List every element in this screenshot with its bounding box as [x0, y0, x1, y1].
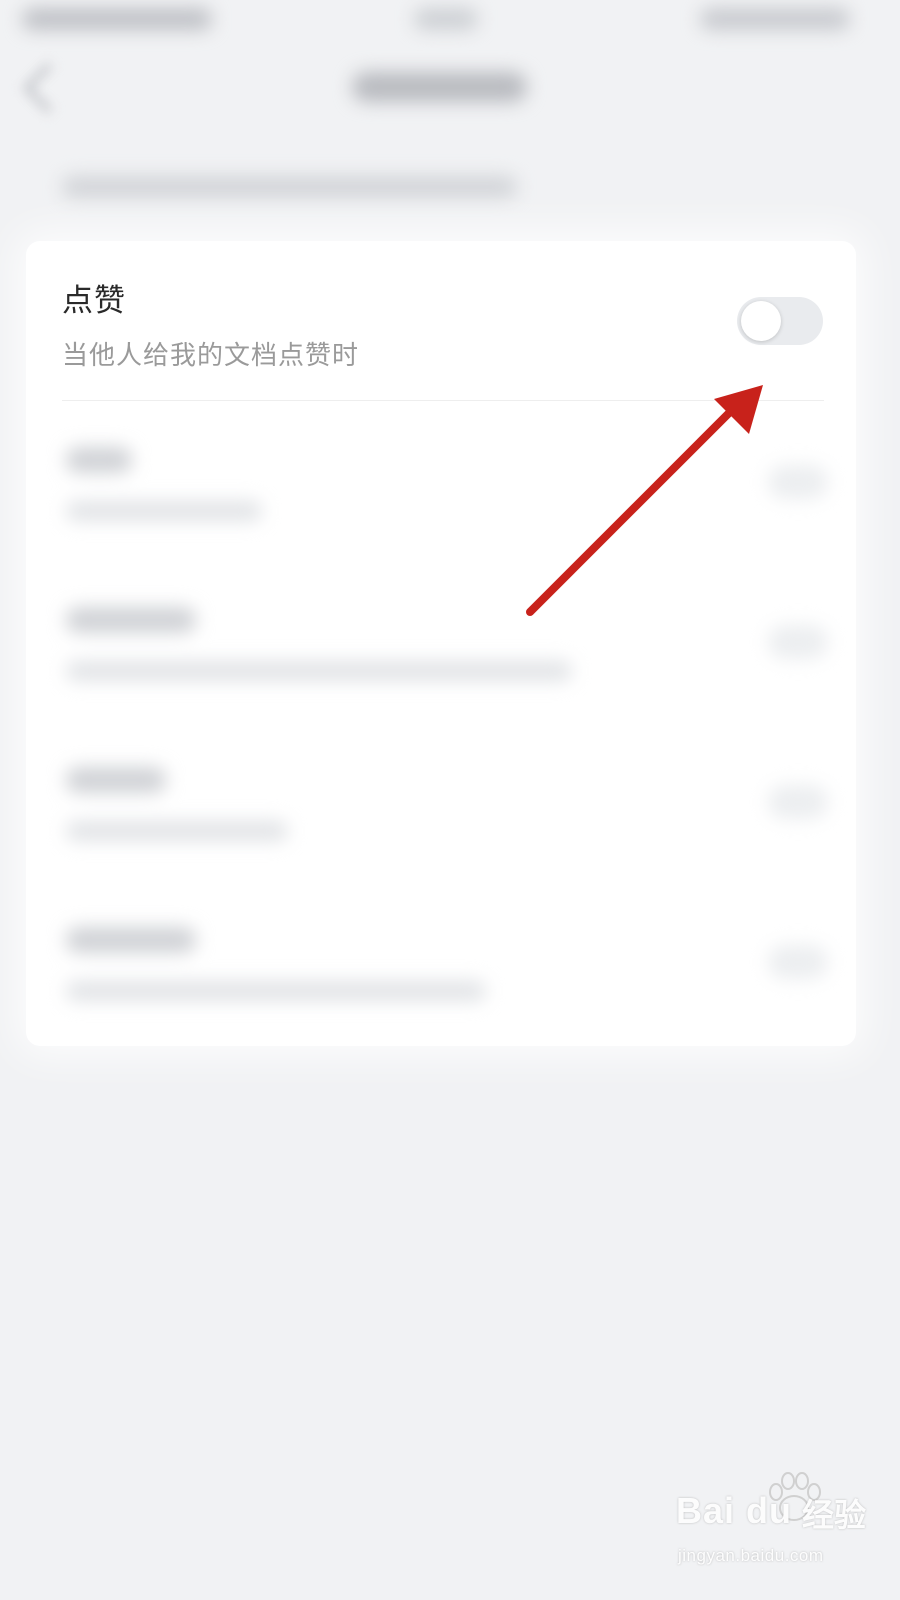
notification-settings-card: 点赞 当他人给我的文档点赞时 — [26, 241, 856, 1046]
setting-title-blurred — [66, 447, 132, 473]
setting-row-blurred — [26, 901, 856, 1061]
status-time — [22, 8, 212, 30]
setting-description: 当他人给我的文档点赞时 — [62, 341, 360, 371]
setting-desc-blurred — [66, 821, 288, 841]
setting-title-blurred — [66, 927, 196, 953]
watermark-logo: Bai du — [676, 1490, 793, 1531]
watermark-url: jingyan.baidu.com — [678, 1546, 824, 1565]
setting-desc-blurred — [66, 661, 572, 681]
toggle-knob — [741, 301, 781, 341]
status-icons — [700, 8, 850, 30]
status-bar — [0, 0, 900, 44]
setting-row-blurred — [26, 421, 856, 581]
toggle-blurred — [768, 625, 828, 659]
like-notification-toggle[interactable] — [737, 297, 823, 345]
baidu-jingyan-watermark: Bai du 经验 jingyan.baidu.com — [676, 1468, 876, 1578]
status-notch — [414, 8, 478, 30]
setting-title-blurred — [66, 767, 166, 793]
toggle-blurred — [768, 785, 828, 819]
setting-title: 点赞 — [62, 283, 126, 319]
back-icon[interactable] — [22, 62, 74, 114]
toggle-blurred — [768, 945, 828, 979]
setting-title-blurred — [66, 607, 196, 633]
section-hint — [62, 176, 517, 198]
setting-desc-blurred — [66, 981, 486, 1001]
page-title — [352, 72, 527, 102]
setting-row-blurred — [26, 581, 856, 741]
watermark-cn: 经验 — [802, 1496, 867, 1534]
setting-row-blurred — [26, 741, 856, 901]
setting-row-like: 点赞 当他人给我的文档点赞时 — [26, 241, 856, 401]
toggle-blurred — [768, 465, 828, 499]
divider — [62, 400, 824, 401]
setting-desc-blurred — [66, 501, 262, 521]
